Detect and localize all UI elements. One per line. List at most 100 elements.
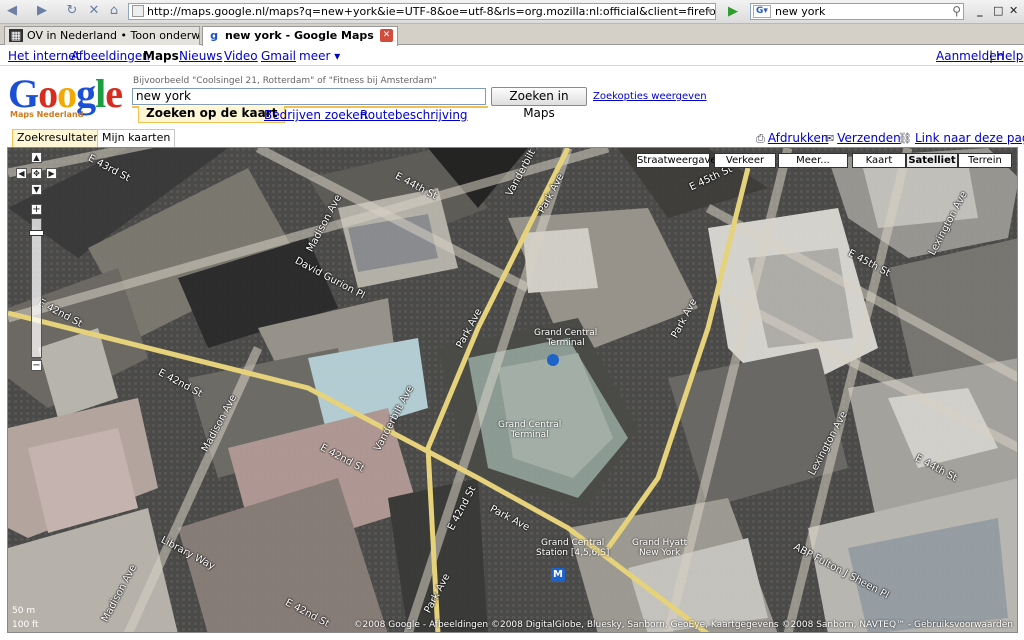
forward-icon[interactable]: ▶ xyxy=(34,3,50,19)
street-label: Madison Ave xyxy=(99,563,140,624)
search-maps-button[interactable]: Zoeken in Maps xyxy=(491,87,587,120)
pan-center-icon[interactable]: ✥ xyxy=(31,168,42,179)
go-arrow-icon[interactable]: ▶ xyxy=(724,3,742,20)
street-label: Lexington Ave xyxy=(806,409,850,478)
poi-label: Grand Central Terminal xyxy=(534,328,597,348)
forum-icon: ▦ xyxy=(9,29,23,42)
map-type-terrain[interactable]: Terrein xyxy=(958,153,1012,168)
search-options-link[interactable]: Zoekopties weergeven xyxy=(593,91,707,102)
print-link[interactable]: ⎙ Afdrukken xyxy=(756,131,828,146)
street-label: Vanderbilt Ave xyxy=(504,147,549,199)
browser-tab-bar: ▦ OV in Nederland • Toon onderwerp... g … xyxy=(0,24,1024,46)
stop-icon[interactable]: ✕ xyxy=(86,3,102,19)
street-label: ABP Fulton J Sheen Pl xyxy=(791,541,891,602)
nav-het-internet[interactable]: Het internet xyxy=(8,49,80,63)
nav-meer[interactable]: meer ▾ xyxy=(299,49,340,63)
link-to-page[interactable]: ⛓Link naar deze pagina xyxy=(898,131,1024,145)
tab-ov-nederland[interactable]: ▦ OV in Nederland • Toon onderwerp... xyxy=(4,26,200,45)
nav-maps: Maps xyxy=(143,49,179,63)
streetview-button[interactable]: Straatweergave xyxy=(636,153,717,168)
close-tab-icon[interactable]: ✕ xyxy=(380,29,393,42)
street-label: E 42nd St xyxy=(156,367,205,400)
print-label: Afdrukken xyxy=(767,131,829,145)
pan-left-icon[interactable]: ◀ xyxy=(16,168,27,179)
street-label: E 44th St xyxy=(913,452,959,485)
mail-icon: ✉ xyxy=(825,132,835,145)
google-logo[interactable]: Google xyxy=(8,74,128,114)
tab-label: OV in Nederland • Toon onderwerp... xyxy=(27,29,200,42)
url-input[interactable]: http://maps.google.nl/maps?q=new+york&ie… xyxy=(128,3,716,20)
street-label: Library Way xyxy=(158,534,217,573)
chain-link-icon: ⛓ xyxy=(898,132,912,145)
street-label: E 44th St xyxy=(393,170,439,203)
poi-label-line: Grand Hyatt xyxy=(632,538,688,548)
pan-down-icon[interactable]: ▼ xyxy=(31,184,42,195)
tab-search-businesses[interactable]: Bedrijven zoeken xyxy=(264,108,367,122)
nav-gmail[interactable]: Gmail xyxy=(261,49,296,63)
close-window-button[interactable]: ✕ xyxy=(1009,4,1018,17)
poi-label-line: New York xyxy=(638,548,681,558)
zoom-in-button[interactable]: + xyxy=(31,204,42,215)
back-icon[interactable]: ◀ xyxy=(4,3,20,19)
poi-label: Grand Hyatt New York xyxy=(632,538,687,558)
street-label: E 42nd St xyxy=(318,442,367,475)
zoom-slider-thumb[interactable] xyxy=(29,230,44,236)
nav-video[interactable]: Video xyxy=(224,49,258,63)
google-engine-icon[interactable]: G▾ xyxy=(753,5,771,18)
map-type-satellite[interactable]: Satelliet xyxy=(906,153,958,168)
poi-label-line: Grand Central xyxy=(498,420,562,430)
satellite-map[interactable]: E 43rd St E 44th St E 45th St E 45th St … xyxy=(7,147,1018,633)
nav-nieuws[interactable]: Nieuws xyxy=(179,49,222,63)
traffic-button[interactable]: Verkeer xyxy=(714,153,776,168)
street-label: Madison Ave xyxy=(199,393,240,454)
help-link[interactable]: Help xyxy=(996,49,1023,63)
pan-right-icon[interactable]: ▶ xyxy=(46,168,57,179)
zoom-out-button[interactable]: − xyxy=(31,360,42,371)
street-label: Vanderbilt Ave xyxy=(372,383,417,454)
print-icon: ⎙ xyxy=(756,132,765,145)
home-icon[interactable]: ⌂ xyxy=(106,3,122,19)
nav-afbeeldingen[interactable]: Afbeeldingen xyxy=(71,49,150,63)
pan-up-icon[interactable]: ▲ xyxy=(31,152,42,163)
reload-icon[interactable]: ↻ xyxy=(64,3,80,19)
tab-search-results[interactable]: Zoekresultaten xyxy=(12,129,106,147)
street-label: Park Ave xyxy=(669,296,700,341)
zoom-slider-track[interactable] xyxy=(31,218,42,358)
poi-label-line: Grand Central xyxy=(541,538,605,548)
poi-label-line: Grand Central xyxy=(534,328,598,338)
poi-label-line: Terminal xyxy=(546,338,585,348)
google-icon: g xyxy=(210,29,218,42)
tab-directions[interactable]: Routebeschrijving xyxy=(360,108,468,122)
poi-label-line: Terminal xyxy=(510,430,549,440)
street-label: David Gurion Pl xyxy=(292,255,367,302)
dropdown-icon[interactable]: ▾ xyxy=(707,4,713,19)
nav-separator: | xyxy=(989,49,994,63)
street-label: Park Ave xyxy=(487,503,532,534)
send-link[interactable]: ✉ Verzenden xyxy=(825,131,901,145)
map-type-kaart[interactable]: Kaart xyxy=(852,153,906,168)
street-label: E 45th St xyxy=(687,163,735,194)
tab-google-maps[interactable]: g new york - Google Maps ✕ xyxy=(202,26,398,46)
url-text: http://maps.google.nl/maps?q=new+york&ie… xyxy=(147,5,716,18)
more-button[interactable]: Meer... xyxy=(778,153,848,168)
logo-subtitle: Maps Nederland xyxy=(10,110,84,119)
street-label: Lexington Ave xyxy=(926,189,970,258)
map-scale-imperial: 100 ft xyxy=(12,620,39,630)
maximize-button[interactable]: □ xyxy=(993,4,1003,17)
metro-icon[interactable]: M xyxy=(551,568,565,582)
tab-my-maps[interactable]: Mijn kaarten xyxy=(97,129,176,147)
map-scale-metric: 50 m xyxy=(12,606,36,616)
browser-search-input[interactable]: G▾ new york ⚲ xyxy=(750,3,964,20)
minimize-button[interactable]: _ xyxy=(977,4,983,17)
street-label: Madison Ave xyxy=(304,193,345,254)
street-label: E 45th St xyxy=(846,247,892,280)
browser-search-text: new york xyxy=(775,5,826,18)
street-label: E 42nd St xyxy=(36,297,85,330)
search-icon[interactable]: ⚲ xyxy=(952,4,961,19)
favicon-icon xyxy=(132,5,144,17)
signin-link[interactable]: Aanmelden xyxy=(936,49,1004,63)
street-label: Park Ave xyxy=(454,306,485,351)
tab-label: new york - Google Maps xyxy=(225,29,374,42)
maps-search-input[interactable]: new york xyxy=(132,88,486,105)
link-label: Link naar deze pagina xyxy=(914,131,1024,145)
